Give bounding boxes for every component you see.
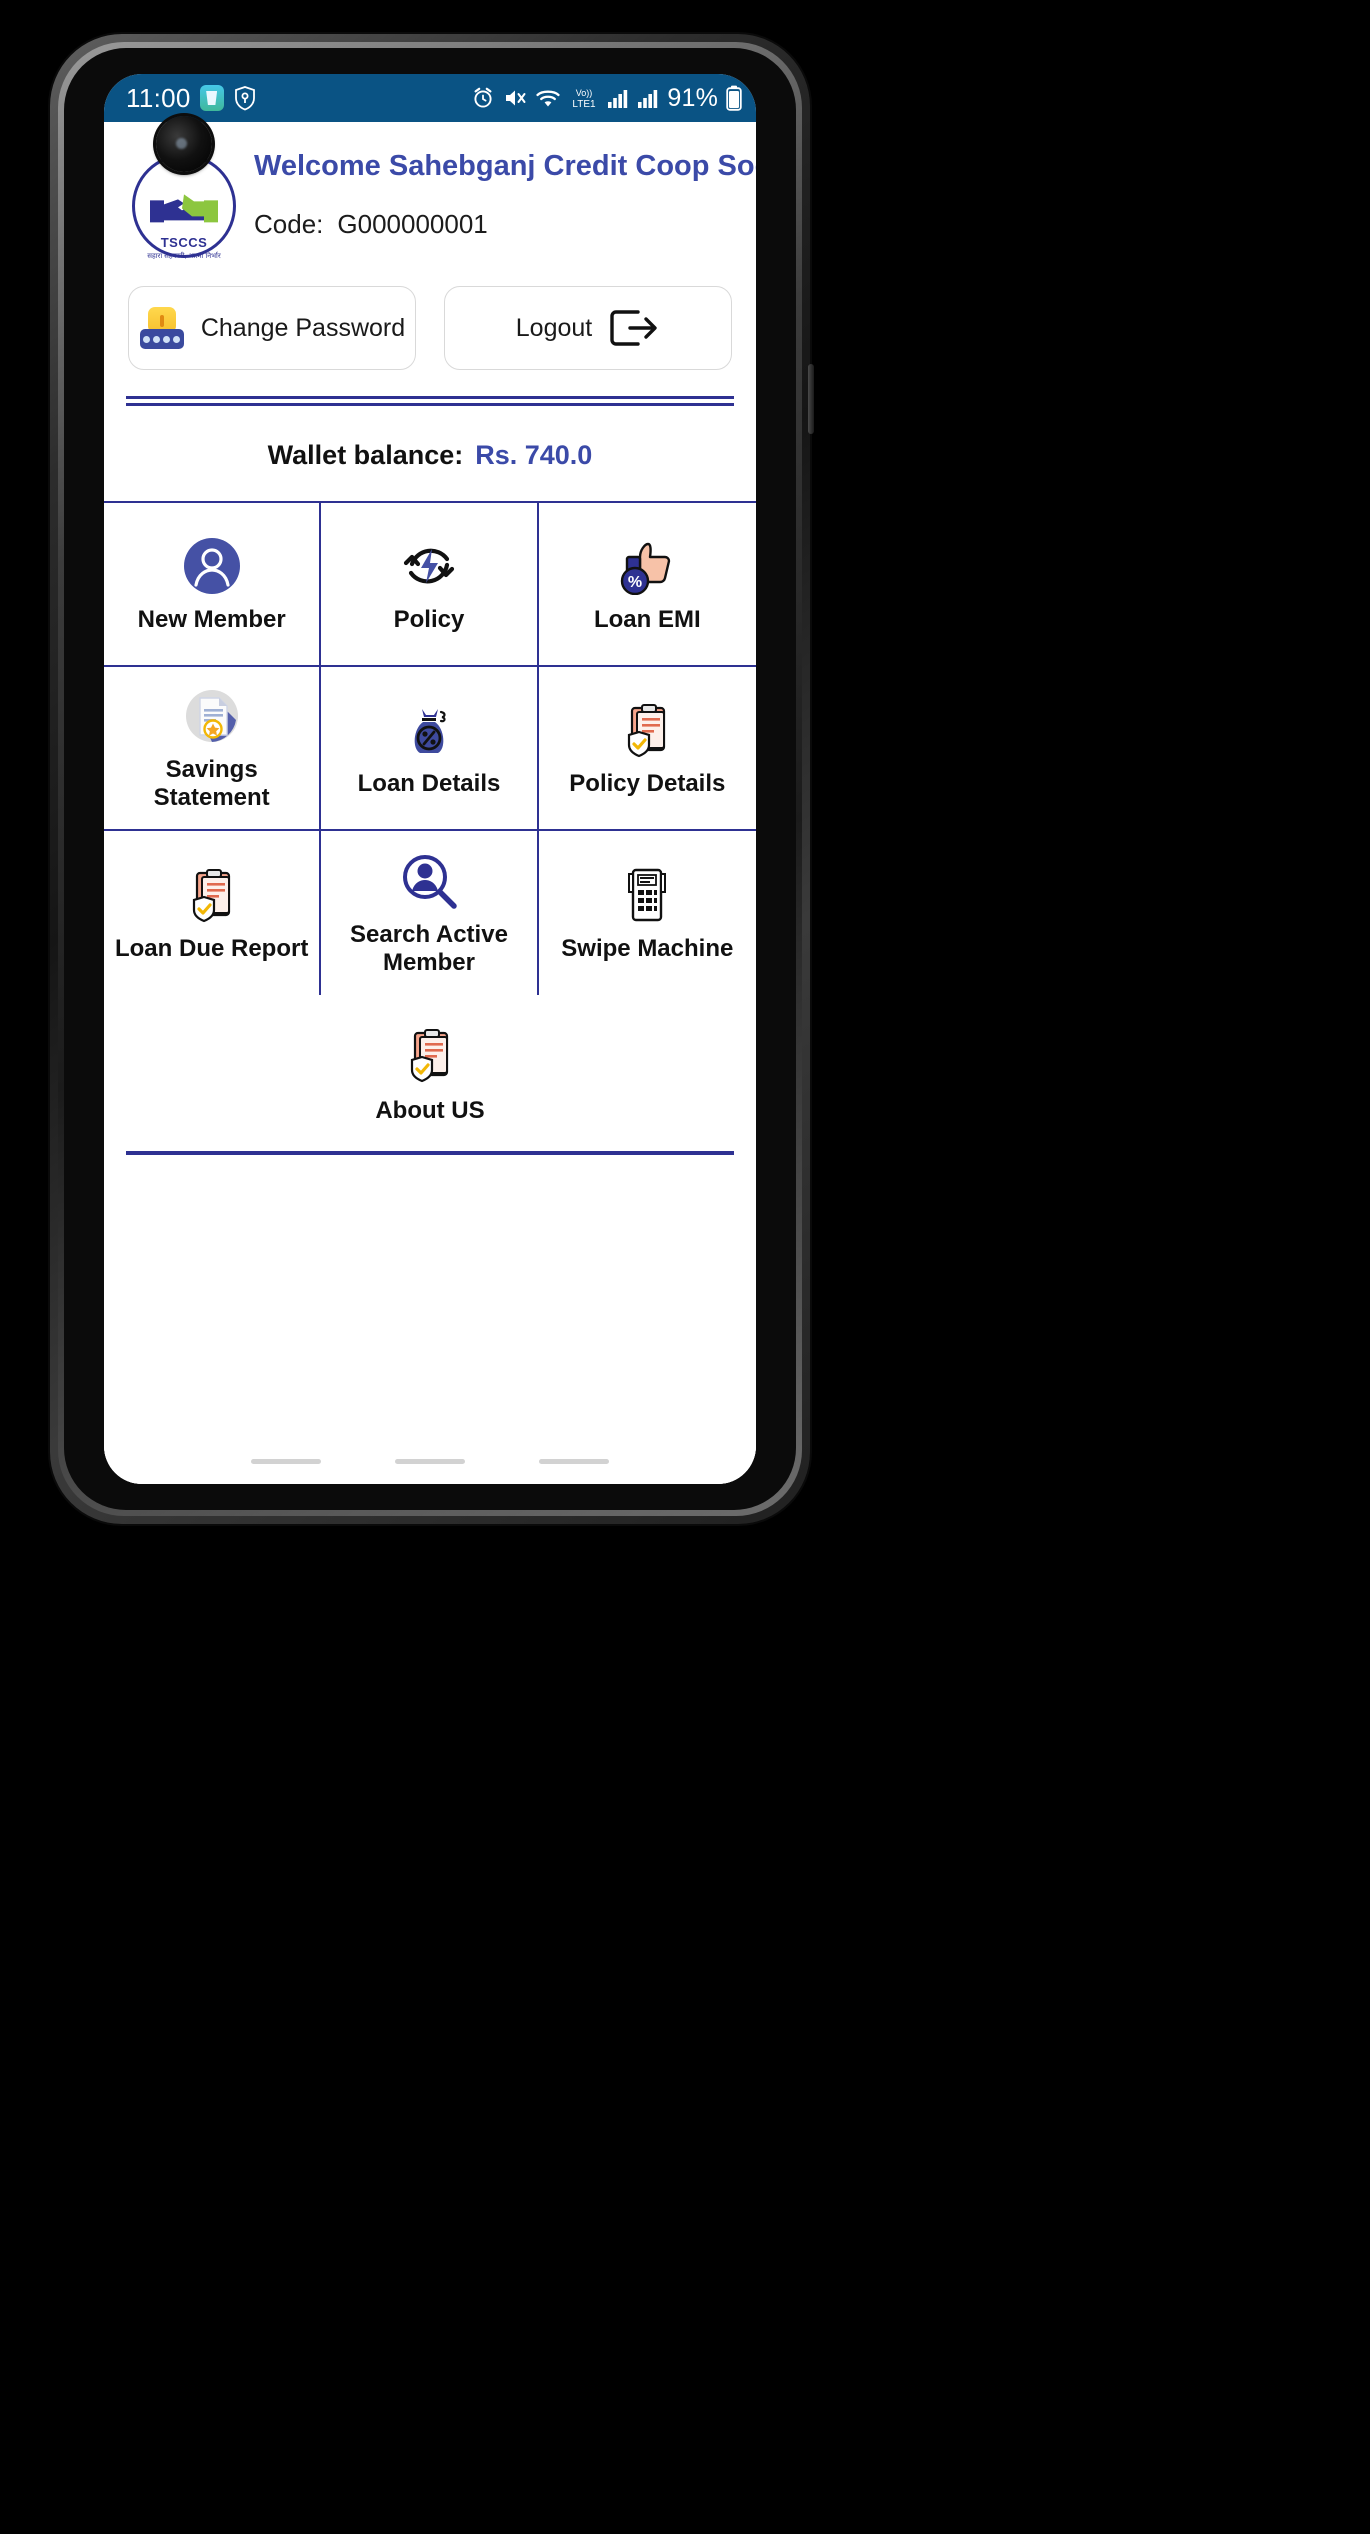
- menu-item-savings-statement[interactable]: Savings Statement: [104, 667, 322, 831]
- phone-screen: 11:00 Vo)) LTE1 91% TSCCS सहारा सहकारी, …: [104, 74, 756, 1484]
- menu-label: Swipe Machine: [561, 935, 734, 963]
- screenshot-root: 11:00 Vo)) LTE1 91% TSCCS सहारा सहकारी, …: [0, 0, 1370, 2534]
- menu-label: Loan EMI: [593, 606, 701, 634]
- status-bar-right: Vo)) LTE1 91%: [471, 84, 742, 113]
- phone-inner-bezel: 11:00 Vo)) LTE1 91% TSCCS सहारा सहकारी, …: [64, 48, 796, 1510]
- change-password-button[interactable]: Change Password: [128, 286, 416, 370]
- logout-label: Logout: [515, 313, 593, 342]
- menu-label: Policy Details: [569, 770, 726, 798]
- wifi-icon: [536, 90, 561, 107]
- clipboard-shield-icon: [615, 698, 679, 762]
- status-clock: 11:00: [126, 82, 191, 113]
- nav-back-button[interactable]: [539, 1458, 609, 1464]
- menu-grid: New Member Policy % Loan EMI Savings Sta…: [104, 501, 756, 995]
- bottom-divider: [126, 1150, 734, 1155]
- menu-item-policy-details[interactable]: Policy Details: [538, 667, 756, 831]
- signal-bars-icon-2: [638, 90, 658, 108]
- svg-text:%: %: [628, 574, 642, 591]
- menu-label: Policy: [393, 606, 465, 634]
- battery-icon: [726, 85, 742, 111]
- refresh-bolt-icon: [397, 534, 461, 598]
- about-row: About US: [104, 995, 756, 1151]
- menu-label: Loan Due Report: [114, 935, 309, 963]
- signal-bars-icon: [608, 90, 628, 108]
- code-row: Code: G000000001: [254, 209, 756, 240]
- nav-recents-button[interactable]: [251, 1458, 321, 1464]
- logo-tagline: सहारा सहकारी, आत्मा निर्भार: [147, 253, 221, 260]
- clipboard-shield-icon: [398, 1023, 462, 1087]
- code-label: Code:: [254, 209, 324, 240]
- nav-home-button[interactable]: [395, 1458, 465, 1464]
- phone-bezel: 11:00 Vo)) LTE1 91% TSCCS सहारा सहकारी, …: [58, 42, 802, 1516]
- status-bar: 11:00 Vo)) LTE1 91%: [104, 74, 756, 122]
- volte-icon: Vo)) LTE1: [573, 88, 597, 110]
- change-password-label: Change Password: [200, 313, 406, 342]
- menu-item-loan-due-report[interactable]: Loan Due Report: [104, 831, 322, 995]
- menu-label: Savings Statement: [153, 756, 270, 811]
- water-reminder-icon: [199, 85, 224, 111]
- menu-item-about-us[interactable]: About US: [321, 1023, 538, 1125]
- header-text-block: Welcome Sahebganj Credit Coop Socie.. Co…: [242, 140, 756, 240]
- wallet-balance-row: Wallet balance: Rs. 740.0: [104, 406, 756, 501]
- money-bag-percent-icon: [397, 698, 461, 762]
- menu-label: About US: [375, 1097, 485, 1124]
- menu-item-policy[interactable]: Policy: [321, 503, 539, 667]
- user-avatar-icon: [180, 534, 244, 598]
- battery-percent-label: 91%: [667, 83, 718, 112]
- header-divider: [126, 396, 734, 406]
- logout-arrow-icon: [610, 310, 657, 346]
- svg-text:LTE1: LTE1: [573, 99, 597, 110]
- shield-key-icon: [234, 86, 255, 111]
- alarm-icon: [474, 87, 492, 108]
- wallet-balance-label: Wallet balance:: [267, 440, 464, 470]
- mute-icon: [506, 90, 526, 106]
- app-content: TSCCS सहारा सहकारी, आत्मा निर्भार Welcom…: [104, 122, 756, 1484]
- power-button[interactable]: [808, 364, 814, 434]
- welcome-title: Welcome Sahebganj Credit Coop Socie..: [254, 150, 756, 182]
- logo-wordmark: TSCCS: [160, 235, 208, 250]
- menu-item-swipe-machine[interactable]: Swipe Machine: [539, 831, 756, 995]
- clipboard-shield-icon: [180, 863, 244, 927]
- menu-label: Loan Details: [357, 770, 501, 798]
- logout-button[interactable]: Logout: [444, 286, 732, 370]
- phone-frame: 11:00 Vo)) LTE1 91% TSCCS सहारा सहकारी, …: [50, 34, 814, 1524]
- code-value: G000000001: [337, 209, 488, 240]
- menu-item-loan-emi[interactable]: % Loan EMI: [538, 503, 756, 667]
- handshake-logo-icon: [150, 194, 218, 223]
- padlock-icon: [139, 305, 185, 351]
- menu-label: Search Active Member: [350, 921, 508, 976]
- thumbs-up-percent-icon: %: [615, 534, 679, 598]
- android-nav-bar: [104, 1438, 756, 1484]
- svg-text:Vo)): Vo)): [576, 88, 593, 98]
- front-camera-punch-hole: [156, 116, 212, 172]
- menu-item-search-active-member[interactable]: Search Active Member: [321, 831, 539, 995]
- wallet-balance-value: Rs. 740.0: [475, 440, 593, 470]
- menu-label: New Member: [137, 606, 286, 634]
- document-star-icon: [180, 684, 244, 748]
- search-person-icon: [397, 849, 461, 913]
- menu-item-new-member[interactable]: New Member: [104, 503, 322, 667]
- menu-item-loan-details[interactable]: Loan Details: [321, 667, 539, 831]
- pos-terminal-icon: [615, 863, 679, 927]
- header-actions: Change Password Logout: [104, 264, 756, 370]
- status-bar-left: 11:00: [126, 83, 257, 114]
